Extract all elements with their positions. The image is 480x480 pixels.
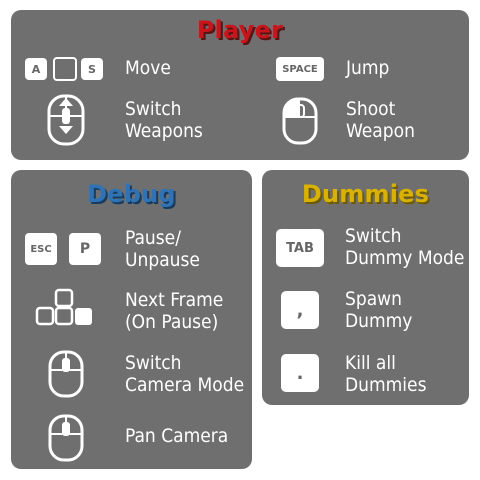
- spawn-dummy-label-line2: Dummy: [345, 310, 413, 332]
- key-blank: [53, 57, 77, 81]
- kill-dummies-label-line2: Dummies: [345, 374, 427, 396]
- key-a: A: [25, 58, 47, 80]
- debug-title: Debug: [87, 180, 176, 208]
- switch-dummy-label-line2: Dummy Mode: [345, 247, 465, 269]
- shoot-weapon-label-line2: Weapon: [346, 120, 415, 142]
- player-panel: Player A S Move SPACE Jump Switch Weapon…: [11, 10, 469, 160]
- mouse-left-click-icon: [282, 97, 318, 149]
- switch-weapons-label-line1: Switch: [125, 98, 182, 120]
- key-p: P: [69, 233, 101, 265]
- key-tab: TAB: [276, 229, 324, 267]
- spawn-dummy-label-line1: Spawn: [345, 288, 402, 310]
- dummies-panel: Dummies TAB Switch Dummy Mode , Spawn Du…: [262, 170, 469, 405]
- move-label: Move: [125, 57, 171, 79]
- debug-panel: Debug ESC P Pause/ Unpause Next Frame (O…: [11, 170, 252, 469]
- pause-label-line2: Unpause: [125, 249, 200, 271]
- arrow-keys-icon: [35, 288, 95, 330]
- shoot-weapon-label-line1: Shoot: [346, 98, 396, 120]
- player-title: Player: [196, 16, 284, 44]
- pan-camera-label: Pan Camera: [125, 425, 229, 447]
- mouse-middle-click-icon: [48, 350, 84, 402]
- pause-label-line1: Pause/: [125, 227, 181, 249]
- key-comma: ,: [281, 291, 319, 329]
- key-esc: ESC: [25, 233, 57, 265]
- switch-camera-label-line2: Camera Mode: [125, 374, 245, 396]
- switch-dummy-label-line1: Switch: [345, 225, 402, 247]
- kill-dummies-label-line1: Kill all: [345, 352, 396, 374]
- key-period: .: [281, 354, 319, 392]
- jump-label: Jump: [346, 57, 390, 79]
- switch-camera-label-line1: Switch: [125, 352, 182, 374]
- mouse-pan-icon: [48, 414, 84, 466]
- switch-weapons-label-line2: Weapons: [125, 120, 203, 142]
- dummies-title: Dummies: [301, 180, 430, 208]
- next-frame-label-line2: (On Pause): [125, 311, 219, 333]
- key-s: S: [81, 58, 103, 80]
- next-frame-label-line1: Next Frame: [125, 289, 224, 311]
- mouse-scroll-icon: [47, 94, 85, 150]
- key-space: SPACE: [276, 57, 324, 81]
